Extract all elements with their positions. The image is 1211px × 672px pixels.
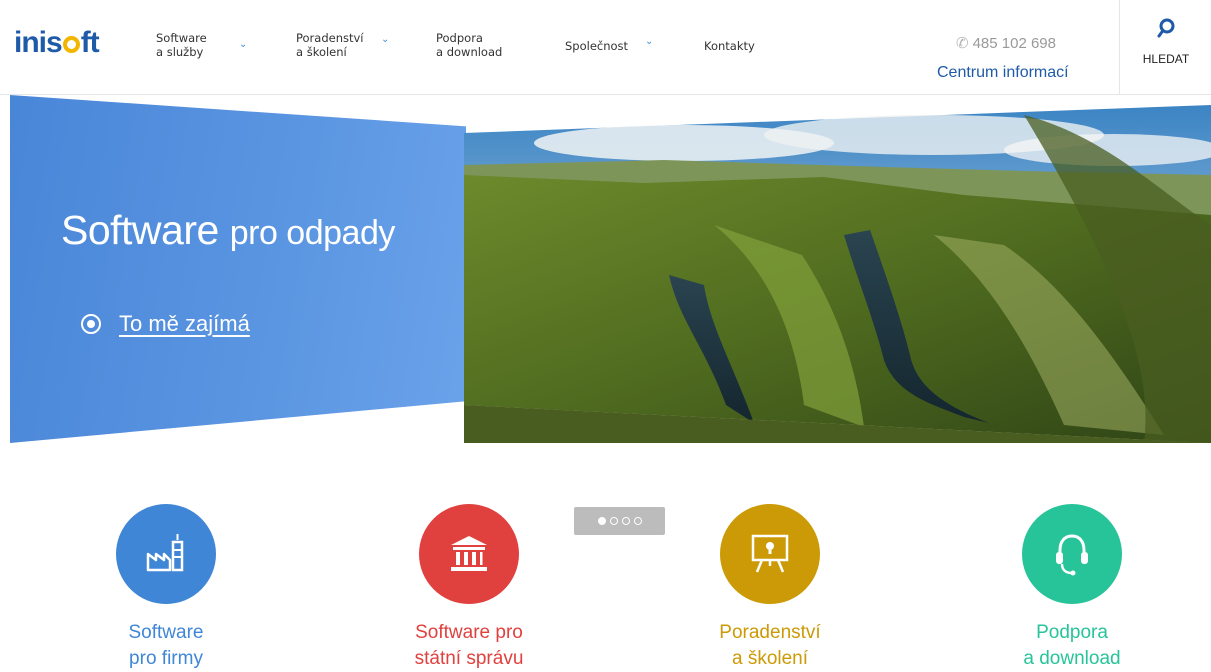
search-button[interactable]: HLEDAT bbox=[1119, 0, 1211, 94]
inisoft-logo[interactable]: inis ft bbox=[14, 26, 100, 60]
slider-dot[interactable] bbox=[621, 517, 630, 525]
tile-label-line2: a školení bbox=[731, 648, 809, 669]
logo-ring-icon bbox=[62, 36, 80, 53]
tile-label-line2: státní správu bbox=[414, 648, 524, 669]
slider-dot[interactable] bbox=[597, 517, 606, 525]
presentation-board-icon bbox=[751, 534, 789, 573]
phone-number[interactable]: ✆ 485 102 698 bbox=[956, 34, 1056, 52]
tile-circle bbox=[419, 504, 519, 604]
nav-support-download[interactable]: Podpora a download bbox=[436, 31, 502, 59]
site-header: inis ft Software a služby ⌄ Poradenství a… bbox=[0, 0, 1211, 95]
hero-title: Software pro odpady bbox=[61, 207, 395, 254]
hero-banner: Software pro odpady To mě zajímá bbox=[0, 95, 1211, 535]
nav-label-line2: a služby bbox=[156, 45, 204, 59]
tile-consulting-training[interactable]: Poradenství a školení bbox=[650, 504, 890, 672]
phone-text: 485 102 698 bbox=[972, 35, 1056, 52]
headset-icon bbox=[1056, 534, 1088, 576]
interest-link[interactable]: To mě zajímá bbox=[81, 311, 250, 337]
nav-label-line1: Poradenství bbox=[296, 31, 364, 45]
nav-label-line2: a download bbox=[436, 45, 503, 59]
landscape-photo bbox=[464, 105, 1211, 443]
tile-label: Software pro státní správu bbox=[349, 620, 589, 672]
slider-dot[interactable] bbox=[633, 517, 642, 525]
chevron-down-icon[interactable]: ⌄ bbox=[239, 39, 247, 50]
interest-link-label: To mě zajímá bbox=[119, 311, 250, 336]
tile-label: Poradenství a školení bbox=[650, 620, 890, 672]
nav-contacts[interactable]: Kontakty bbox=[704, 39, 755, 53]
tile-circle bbox=[720, 504, 820, 604]
tile-label: Podpora a download bbox=[952, 620, 1192, 672]
tile-label-line1: Software bbox=[128, 622, 204, 643]
nav-company[interactable]: Společnost bbox=[565, 39, 628, 53]
logo-text-start: inis bbox=[14, 26, 63, 59]
tile-label-line2: pro firmy bbox=[129, 648, 203, 669]
nav-label: Společnost bbox=[565, 39, 629, 53]
chevron-down-icon[interactable]: ⌄ bbox=[381, 34, 389, 45]
logo-text-end: ft bbox=[80, 26, 100, 59]
tile-software-companies[interactable]: Software pro firmy bbox=[46, 504, 286, 672]
tile-software-government[interactable]: Software pro státní správu bbox=[349, 504, 589, 672]
tile-circle bbox=[116, 504, 216, 604]
government-building-icon bbox=[451, 536, 487, 571]
tile-label: Software pro firmy bbox=[46, 620, 286, 672]
tile-label-line1: Poradenství bbox=[719, 622, 821, 643]
tile-label-line1: Software pro bbox=[415, 622, 523, 643]
search-label: HLEDAT bbox=[1142, 52, 1190, 66]
tile-circle bbox=[1022, 504, 1122, 604]
tile-label-line2: a download bbox=[1023, 648, 1121, 669]
factory-icon bbox=[146, 534, 184, 572]
phone-icon: ✆ bbox=[956, 35, 969, 52]
nav-consulting-training[interactable]: Poradenství a školení bbox=[296, 31, 364, 59]
search-icon bbox=[1157, 18, 1175, 38]
radio-circle-icon bbox=[81, 314, 101, 334]
info-center-link[interactable]: Centrum informací bbox=[937, 64, 1069, 82]
chevron-down-icon[interactable]: ⌄ bbox=[645, 36, 653, 47]
tile-support-download[interactable]: Podpora a download bbox=[952, 504, 1192, 672]
nav-label-line1: Podpora bbox=[436, 31, 483, 45]
hero-title-rest: pro odpady bbox=[229, 214, 396, 252]
nav-label-line2: a školení bbox=[296, 45, 347, 59]
slider-dot[interactable] bbox=[609, 517, 618, 525]
hero-text-panel bbox=[10, 95, 466, 443]
tile-label-line1: Podpora bbox=[1036, 622, 1108, 643]
nav-label: Kontakty bbox=[704, 39, 755, 53]
hero-title-main: Software bbox=[61, 207, 219, 253]
nav-software-services[interactable]: Software a služby bbox=[156, 31, 207, 59]
nav-label-line1: Software bbox=[156, 31, 207, 45]
